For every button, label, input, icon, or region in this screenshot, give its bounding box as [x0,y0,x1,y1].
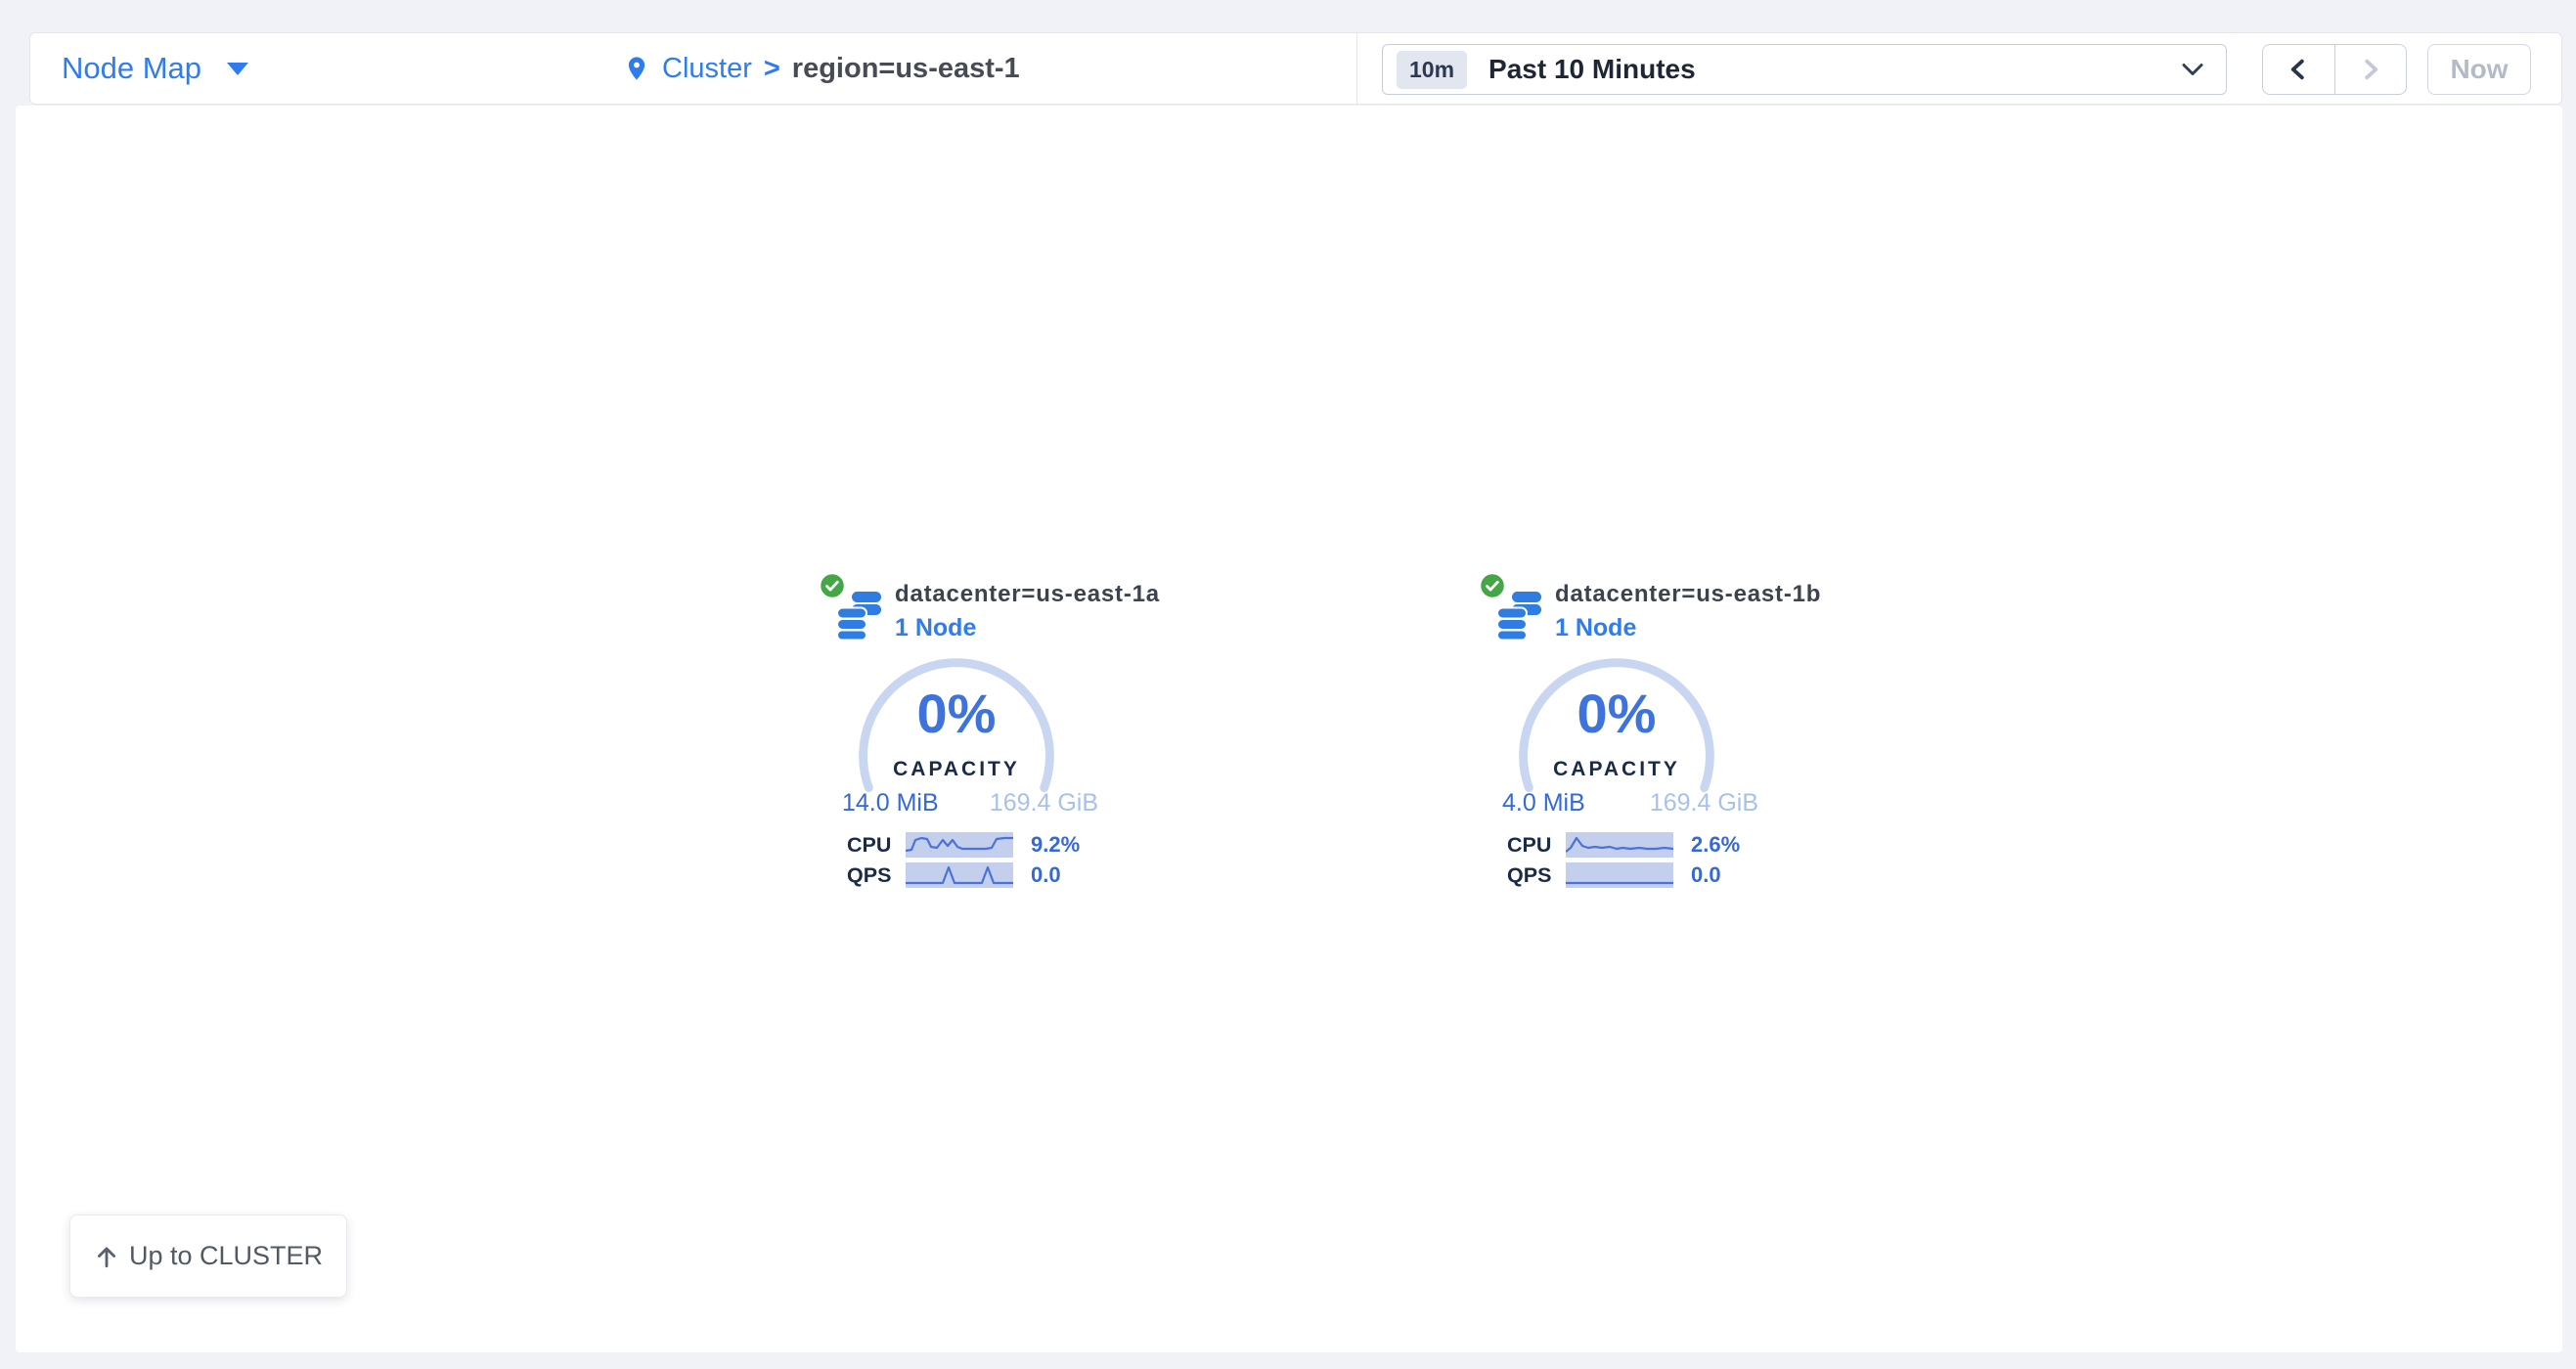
node-map-canvas: datacenter=us-east-1a 1 Node 0% CAPACITY… [16,106,2562,1352]
metric-label: CPU [847,832,891,858]
locality-card[interactable]: datacenter=us-east-1b 1 Node 0% CAPACITY… [1477,572,1848,909]
database-stack-icon [836,592,881,640]
breadcrumb: Cluster > region=us-east-1 [623,33,1020,104]
capacity-label: CAPACITY [1513,758,1720,781]
up-to-cluster-label: Up to CLUSTER [129,1241,323,1271]
up-to-cluster-button[interactable]: Up to CLUSTER [69,1214,347,1298]
capacity-percent: 0% [853,682,1060,745]
metric-label: QPS [847,862,891,888]
time-window-dropdown[interactable]: 10m Past 10 Minutes [1382,44,2227,95]
breadcrumb-separator: > [764,53,780,85]
capacity-total: 169.4 GiB [963,787,1098,818]
now-button[interactable]: Now [2427,44,2531,95]
metric-value: 2.6% [1691,832,1740,858]
view-selector-label: Node Map [62,51,201,86]
caret-down-icon [227,63,248,75]
locality-title: datacenter=us-east-1a [895,580,1160,609]
qps-sparkline [906,862,1013,888]
breadcrumb-current: region=us-east-1 [792,53,1020,85]
location-pin-icon [623,53,650,84]
metric-value: 0.0 [1691,862,1721,888]
arrow-up-icon [94,1244,119,1269]
metric-row-cpu: CPU 2.6% [1477,832,1848,858]
breadcrumb-cluster-link[interactable]: Cluster [662,53,752,85]
metric-label: CPU [1507,832,1551,858]
locality-node-count[interactable]: 1 Node [1555,613,1636,642]
time-window-badge: 10m [1397,51,1467,89]
toolbar: Node Map Cluster > region=us-east-1 10m … [29,32,2562,105]
cpu-sparkline [906,832,1013,858]
metric-value: 9.2% [1031,832,1080,858]
capacity-percent: 0% [1513,682,1720,745]
capacity-total: 169.4 GiB [1623,787,1758,818]
time-window-label: Past 10 Minutes [1488,54,1696,85]
time-nav-group [2262,44,2407,95]
view-selector-dropdown[interactable]: Node Map [62,33,248,104]
metric-row-qps: QPS 0.0 [1477,862,1848,888]
metric-row-qps: QPS 0.0 [817,862,1188,888]
time-next-button[interactable] [2334,45,2407,94]
capacity-label: CAPACITY [853,758,1060,781]
chevron-right-icon [2359,58,2382,81]
locality-node-count[interactable]: 1 Node [895,613,976,642]
capacity-used: 14.0 MiB [842,787,939,818]
time-prev-button[interactable] [2263,45,2334,94]
metric-value: 0.0 [1031,862,1061,888]
database-stack-icon [1496,592,1541,640]
cpu-sparkline [1566,832,1673,858]
chevron-left-icon [2287,58,2310,81]
node-map-page: Node Map Cluster > region=us-east-1 10m … [0,0,2576,1369]
metric-row-cpu: CPU 9.2% [817,832,1188,858]
toolbar-divider [1356,33,1357,104]
qps-sparkline [1566,862,1673,888]
metric-label: QPS [1507,862,1551,888]
locality-card[interactable]: datacenter=us-east-1a 1 Node 0% CAPACITY… [817,572,1188,909]
locality-title: datacenter=us-east-1b [1555,580,1821,609]
chevron-down-icon [2181,62,2204,77]
capacity-used: 4.0 MiB [1502,787,1585,818]
